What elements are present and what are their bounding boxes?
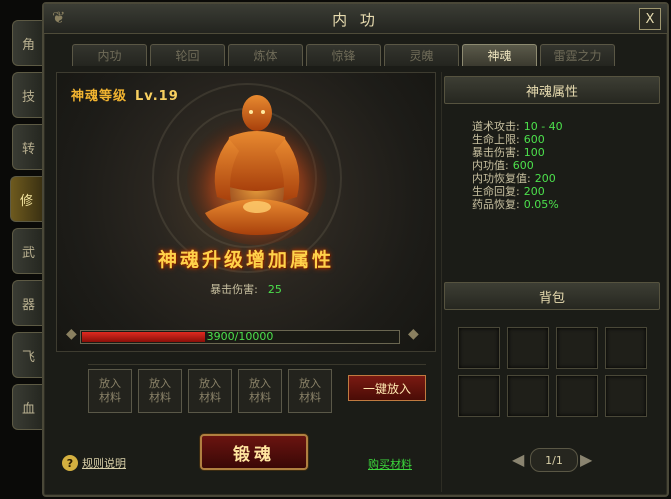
material-slot-2[interactable]: 放入 材料 — [138, 369, 182, 413]
attr-key: 生命回复: — [472, 185, 520, 198]
soul-stat-value: 25 — [267, 283, 282, 296]
put-all-button[interactable]: 一键放入 — [348, 375, 426, 401]
bag-header: 背包 — [444, 282, 660, 310]
soul-progress: ◆ 3900/10000 ◆ — [66, 326, 426, 348]
bag-slot[interactable] — [605, 327, 647, 369]
attr-value: 600 — [523, 133, 545, 146]
tab-spirit[interactable]: 灵魄 — [384, 44, 459, 66]
attr-key: 暴击伤害: — [472, 146, 520, 159]
soul-stat-line: 暴击伤害: 25 — [57, 281, 435, 297]
attr-row: 暴击伤害: 100 — [472, 146, 563, 159]
material-slot-line1: 放入 — [149, 377, 171, 390]
soul-level-label: 神魂等级 — [71, 89, 128, 104]
attr-row: 道术攻击: 10 - 40 — [472, 120, 563, 133]
soul-attribute-list: 道术攻击: 10 - 40 生命上限: 600 暴击伤害: 100 内功值: 600 内… — [472, 120, 563, 211]
next-page-icon[interactable]: ▶ — [580, 450, 596, 470]
attr-key: 道术攻击: — [472, 120, 520, 133]
rules-help[interactable]: ? 规则说明 — [62, 455, 126, 471]
progress-track: 3900/10000 — [80, 330, 400, 344]
title-bar[interactable]: ❦ 内 功 X — [44, 4, 667, 34]
side-tab-cultivate[interactable]: 修 — [10, 176, 42, 222]
soul-level-value: Lv.19 — [135, 89, 179, 104]
attr-row: 内功恢复值: 200 — [472, 172, 563, 185]
meditating-figure-icon — [187, 95, 327, 245]
tab-thunder-power[interactable]: 雷霆之力 — [540, 44, 615, 66]
progress-cap-right-icon: ◆ — [408, 326, 419, 342]
bag-slot[interactable] — [507, 375, 549, 417]
side-tab-equipment[interactable]: 器 — [12, 280, 44, 326]
soul-upgrade-banner: 神魂升级增加属性 — [157, 249, 334, 271]
soul-attributes-header: 神魂属性 — [444, 76, 660, 104]
question-icon[interactable]: ? — [62, 455, 78, 471]
attr-value: 100 — [523, 146, 545, 159]
attr-row: 内功值: 600 — [472, 159, 563, 172]
material-slot-line2: 材料 — [299, 391, 321, 404]
attr-value: 600 — [512, 159, 534, 172]
soul-stat-key: 暴击伤害: — [210, 283, 258, 296]
internal-power-window: ❦ 内 功 X 内功 轮回 炼体 惊锋 灵魄 神魂 雷霆之力 神魂等级 Lv.19 — [42, 2, 669, 497]
bag-slot[interactable] — [507, 327, 549, 369]
attr-key: 内功恢复值: — [472, 172, 531, 185]
material-slot-line1: 放入 — [99, 377, 121, 390]
material-slot-1[interactable]: 放入 材料 — [88, 369, 132, 413]
tab-divine-soul[interactable]: 神魂 — [462, 44, 537, 66]
attr-key: 生命上限: — [472, 133, 520, 146]
soul-level: 神魂等级 Lv.19 — [71, 85, 179, 104]
side-tab-character[interactable]: 角 — [12, 20, 44, 66]
right-panel: 神魂属性 道术攻击: 10 - 40 生命上限: 600 暴击伤害: 100 内功值:… — [441, 72, 661, 492]
tab-reincarnation[interactable]: 轮回 — [150, 44, 225, 66]
material-slot-line2: 材料 — [249, 391, 271, 404]
tab-jingfeng[interactable]: 惊锋 — [306, 44, 381, 66]
bag-slot[interactable] — [605, 375, 647, 417]
bag-slot[interactable] — [556, 327, 598, 369]
progress-text: 3900/10000 — [206, 330, 274, 343]
attr-row: 药品恢复: 0.05% — [472, 198, 563, 211]
tab-bar: 内功 轮回 炼体 惊锋 灵魄 神魂 雷霆之力 — [72, 44, 615, 66]
bag-pager: ◀ 1/1 ▶ — [512, 448, 596, 472]
rules-link[interactable]: 规则说明 — [82, 455, 126, 471]
material-slot-3[interactable]: 放入 材料 — [188, 369, 232, 413]
tab-body-refining[interactable]: 炼体 — [228, 44, 303, 66]
attr-value: 200 — [534, 172, 556, 185]
buy-materials-link[interactable]: 购买材料 — [368, 456, 412, 472]
attr-value: 200 — [523, 185, 545, 198]
close-button[interactable]: X — [639, 8, 661, 30]
window-title: 内 功 — [332, 11, 379, 29]
side-tab-fly[interactable]: 飞 — [12, 332, 44, 378]
side-tab-blood[interactable]: 血 — [12, 384, 44, 430]
side-tab-rebirth[interactable]: 转 — [12, 124, 44, 170]
material-slot-line1: 放入 — [249, 377, 271, 390]
attr-value: 0.05% — [523, 198, 559, 211]
attr-key: 内功值: — [472, 159, 509, 172]
bag-slot[interactable] — [556, 375, 598, 417]
page-indicator: 1/1 — [530, 448, 578, 472]
tab-internal-power[interactable]: 内功 — [72, 44, 147, 66]
material-slot-line2: 材料 — [199, 391, 221, 404]
attr-row: 生命上限: 600 — [472, 133, 563, 146]
side-tab-skill[interactable]: 技 — [12, 72, 44, 118]
material-slot-4[interactable]: 放入 材料 — [238, 369, 282, 413]
material-slot-line1: 放入 — [299, 377, 321, 390]
material-slot-line2: 材料 — [149, 391, 171, 404]
material-slot-line1: 放入 — [199, 377, 221, 390]
bag-slot[interactable] — [458, 375, 500, 417]
attr-row: 生命回复: 200 — [472, 185, 563, 198]
forge-soul-button[interactable]: 锻魂 — [200, 434, 308, 470]
bag-slot[interactable] — [458, 327, 500, 369]
attr-key: 药品恢复: — [472, 198, 520, 211]
prev-page-icon[interactable]: ◀ — [512, 450, 528, 470]
side-tabs: 角 技 转 修 武 器 飞 血 — [0, 20, 48, 460]
bag-grid — [458, 327, 648, 427]
material-slot-5[interactable]: 放入 材料 — [288, 369, 332, 413]
soul-display-panel: 神魂等级 Lv.19 神魂升级增加属性 暴击伤害: 25 — [56, 72, 436, 352]
side-tab-martial[interactable]: 武 — [12, 228, 44, 274]
material-slot-line2: 材料 — [99, 391, 121, 404]
attr-value: 10 - 40 — [523, 120, 563, 133]
